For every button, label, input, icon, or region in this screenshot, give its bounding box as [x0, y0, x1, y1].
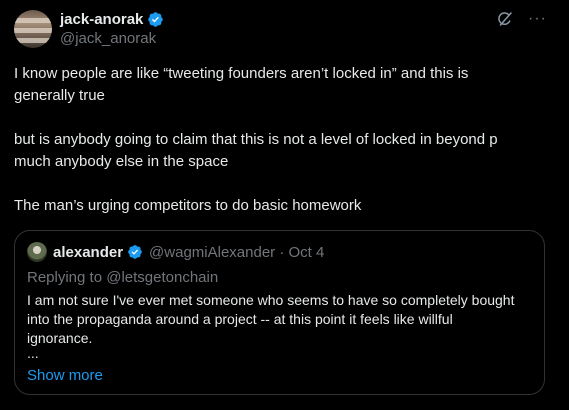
replying-to: Replying to @letsgetonchain [27, 269, 219, 286]
grok-icon[interactable] [496, 10, 514, 28]
quoted-tweet-text: I am not sure I've ever met someone who … [27, 291, 537, 348]
tweet-line: generally true [14, 87, 105, 104]
tweet-paragraph: The man’s urging competitors to do basic… [14, 195, 554, 217]
tweet-line: much anybody else in the space [14, 153, 229, 170]
show-more-link[interactable]: Show more [27, 367, 103, 384]
quoted-line: into the propaganda around a project -- … [27, 311, 453, 327]
more-icon[interactable]: ··· [528, 10, 547, 28]
quoted-author-avatar [27, 242, 47, 262]
quoted-author-handle-date: @wagmiAlexander · Oct 4 [149, 243, 325, 261]
tweet-line: but is anybody going to claim that this … [14, 131, 498, 148]
tweet-paragraph: but is anybody going to claim that this … [14, 129, 554, 173]
author-handle[interactable]: @jack_anorak [60, 30, 156, 47]
quoted-line: I am not sure I've ever met someone who … [27, 292, 515, 308]
quoted-tweet-header: alexander @wagmiAlexander · Oct 4 [27, 242, 324, 262]
quoted-ellipsis: ... [27, 345, 39, 361]
tweet-top-actions: ··· [496, 10, 547, 28]
quoted-author-name: alexander [53, 243, 124, 261]
verified-badge-icon [128, 245, 142, 259]
tweet-paragraph: I know people are like “tweeting founder… [14, 63, 554, 107]
author-avatar[interactable] [14, 10, 52, 48]
tweet-body: I know people are like “tweeting founder… [14, 63, 554, 217]
quoted-line: ignorance. [27, 330, 93, 346]
verified-badge-icon [148, 12, 164, 27]
tweet: jack-anorak @jack_anorak ··· I know peop… [0, 0, 569, 410]
quoted-tweet[interactable]: alexander @wagmiAlexander · Oct 4 Replyi… [14, 230, 545, 395]
author-name-row: jack-anorak [60, 11, 164, 28]
tweet-line: The man’s urging competitors to do basic… [14, 197, 362, 214]
tweet-line: I know people are like “tweeting founder… [14, 65, 469, 82]
author-display-name[interactable]: jack-anorak [60, 11, 143, 28]
